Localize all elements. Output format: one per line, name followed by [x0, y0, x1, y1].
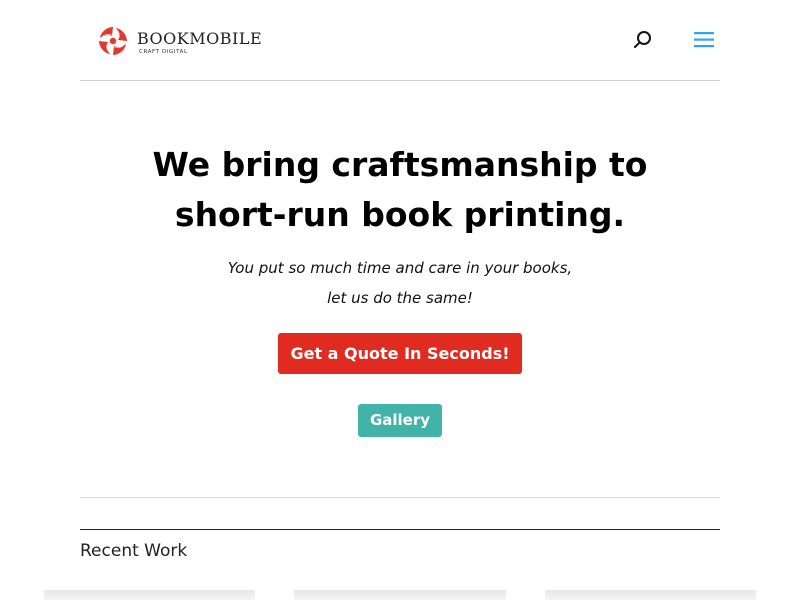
recent-work-thumbnail[interactable] [44, 590, 255, 600]
bookmobile-logo-icon [99, 27, 127, 55]
header-divider [80, 80, 720, 81]
hero-subtitle-line-1: You put so much time and care in your bo… [227, 259, 573, 277]
site-logo[interactable]: BOOKMOBILE CRAFT DIGITAL [95, 23, 265, 59]
recent-work-thumbnail[interactable] [294, 590, 506, 600]
hero-title-line-2: short-run book printing. [174, 195, 626, 234]
logo-wordmark: BOOKMOBILE [137, 29, 263, 48]
logo-tagline: CRAFT DIGITAL [139, 49, 188, 55]
search-button[interactable] [632, 29, 654, 51]
section-divider [80, 497, 720, 498]
recent-work-heading: Recent Work [80, 541, 188, 561]
menu-button[interactable] [692, 29, 716, 51]
hero-subtitle-line-2: let us do the same! [327, 289, 473, 307]
hero-subtitle: You put so much time and care in your bo… [0, 253, 800, 313]
recent-work-divider [80, 529, 720, 530]
hero-title-line-1: We bring craftsmanship to [152, 145, 648, 184]
get-quote-button[interactable]: Get a Quote In Seconds! [278, 333, 522, 374]
search-icon [634, 31, 651, 48]
hamburger-menu-icon [694, 32, 714, 48]
hero-title: We bring craftsmanship to short-run book… [0, 140, 800, 240]
site-header: BOOKMOBILE CRAFT DIGITAL [0, 0, 800, 80]
recent-work-thumbnail[interactable] [545, 590, 756, 600]
gallery-button[interactable]: Gallery [358, 404, 442, 437]
